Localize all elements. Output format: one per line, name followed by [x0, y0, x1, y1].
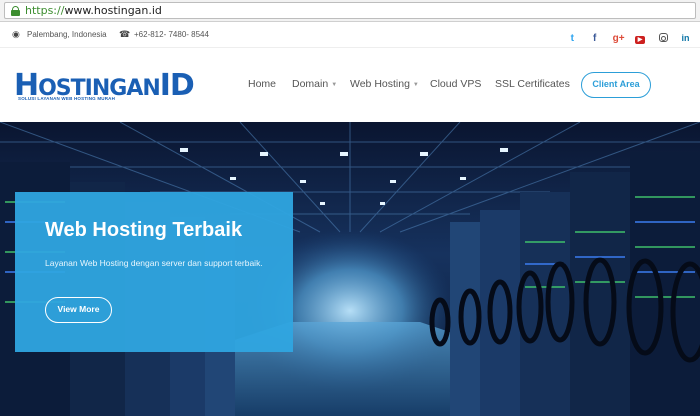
lock-icon: [11, 6, 20, 16]
phone-info: ☎ +62-812- 7480- 8544: [119, 29, 209, 40]
location-info: ◉ Palembang, Indonesia: [12, 29, 107, 40]
browser-url-bar: https://www.hostingan.id: [0, 0, 700, 22]
nav-home[interactable]: Home: [248, 78, 276, 90]
address-text[interactable]: https://www.hostingan.id: [25, 4, 162, 18]
linkedin-icon[interactable]: in: [681, 33, 690, 44]
google-plus-icon[interactable]: g+: [613, 33, 625, 44]
chevron-down-icon: ▼: [331, 82, 338, 88]
url-scheme: https://: [25, 4, 65, 17]
youtube-icon[interactable]: ▶: [635, 36, 646, 44]
logo-tagline: SOLUSI LAYANAN WEB HOSTING MURAH: [18, 96, 116, 101]
hero-title: Web Hosting Terbaik: [45, 219, 243, 241]
social-links: t f g+ ▶ in: [559, 28, 690, 46]
hero-subtitle: Layanan Web Hosting dengan server dan su…: [45, 258, 263, 268]
site-header: HOSTINGANID SOLUSI LAYANAN WEB HOSTING M…: [0, 48, 700, 122]
nav-domain[interactable]: Domain ▼: [292, 78, 337, 90]
hero-banner: Web Hosting Terbaik Layanan Web Hosting …: [0, 122, 700, 416]
client-area-button[interactable]: Client Area: [581, 72, 651, 98]
map-pin-icon: ◉: [12, 29, 20, 39]
nav-ssl-certificates[interactable]: SSL Certificates: [495, 78, 570, 90]
location-text: Palembang, Indonesia: [27, 30, 107, 39]
phone-icon: ☎: [119, 29, 131, 39]
address-field[interactable]: https://www.hostingan.id: [4, 2, 696, 19]
facebook-icon[interactable]: f: [590, 33, 599, 44]
nav-web-hosting[interactable]: Web Hosting ▼: [350, 78, 419, 90]
url-host: www.hostingan.id: [64, 4, 162, 17]
instagram-icon[interactable]: [658, 33, 668, 42]
nav-cloud-vps[interactable]: Cloud VPS: [430, 78, 481, 90]
chevron-down-icon: ▼: [412, 82, 419, 88]
view-more-button[interactable]: View More: [45, 297, 112, 323]
hero-panel: Web Hosting Terbaik Layanan Web Hosting …: [15, 192, 293, 352]
phone-text: +62-812- 7480- 8544: [134, 30, 209, 39]
top-info-bar: ◉ Palembang, Indonesia ☎ +62-812- 7480- 85…: [0, 22, 700, 48]
twitter-icon[interactable]: t: [568, 33, 577, 44]
site-logo[interactable]: HOSTINGANID SOLUSI LAYANAN WEB HOSTING M…: [14, 68, 195, 104]
